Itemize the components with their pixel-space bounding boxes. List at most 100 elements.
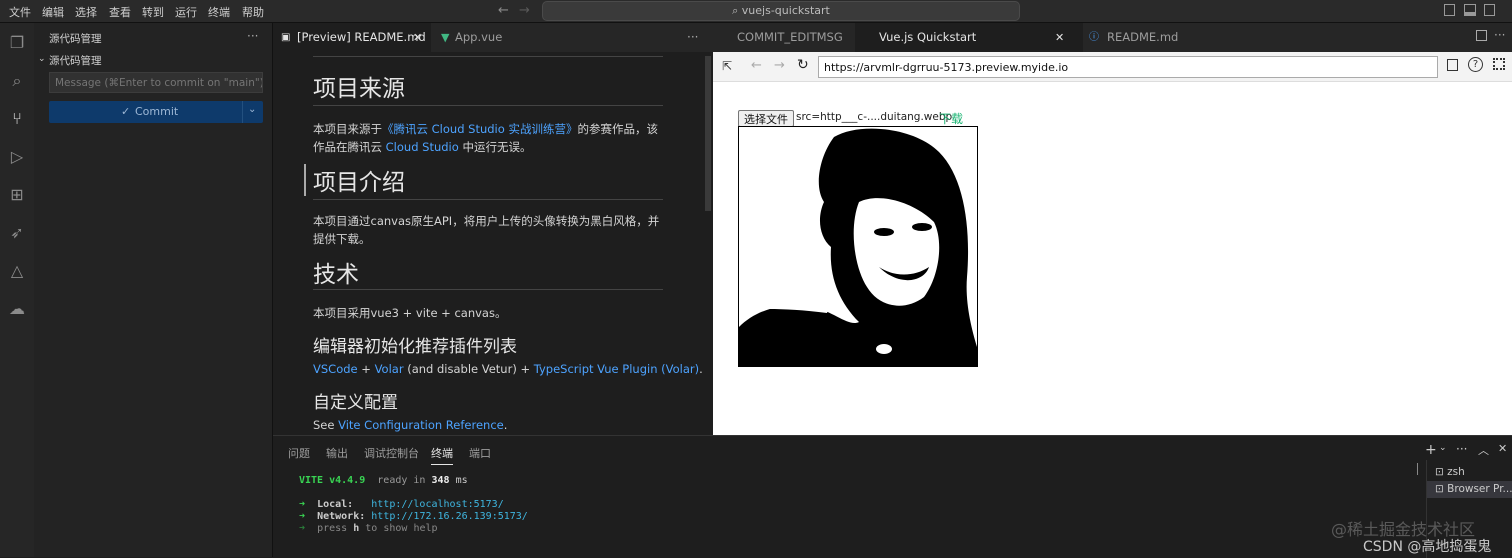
maximize-panel-icon[interactable]: ︿ xyxy=(1478,442,1489,458)
terminal-item-zsh[interactable]: ⊡ zsh xyxy=(1427,464,1512,480)
text: + xyxy=(357,362,375,376)
link-typescript-plugin[interactable]: TypeScript Vue Plugin (Volar) xyxy=(534,362,699,376)
tab-debug-console[interactable]: 调试控制台 xyxy=(364,445,419,461)
link-cloud-studio[interactable]: Cloud Studio xyxy=(386,140,459,154)
extensions-icon[interactable]: ⊞ xyxy=(6,184,28,206)
watermark-csdn: CSDN @高地捣蛋鬼 xyxy=(1363,539,1492,555)
link-training-camp[interactable]: 《腾讯云 Cloud Studio 实战训练营》 xyxy=(382,122,577,136)
menu-go[interactable]: 转到 xyxy=(142,4,164,20)
toggle-panel-icon[interactable] xyxy=(1464,4,1476,16)
text: See xyxy=(313,418,339,432)
split-editor-icon[interactable] xyxy=(1476,30,1487,41)
tab-terminal[interactable]: 终端 xyxy=(431,445,453,465)
editor-tab-bar: ▣ [Preview] README.md ✕ ▼ App.vue ··· xyxy=(273,23,713,52)
tab-ports[interactable]: 端口 xyxy=(469,445,491,461)
chevron-down-icon[interactable]: ⌄ xyxy=(38,54,46,64)
terminal-icon: ⊡ xyxy=(1435,466,1444,478)
heading-tech: 技术 xyxy=(313,262,359,288)
menu-view[interactable]: 查看 xyxy=(109,4,131,20)
link-vscode[interactable]: VSCode xyxy=(313,362,358,376)
commit-message-input[interactable] xyxy=(49,72,263,93)
section-title[interactable]: 源代码管理 xyxy=(49,53,102,68)
search-icon[interactable]: ⌕ xyxy=(6,70,28,92)
sash[interactable] xyxy=(1417,463,1418,475)
link-vite-config[interactable]: Vite Configuration Reference xyxy=(338,418,504,432)
terminal-item-browser[interactable]: ⊡ Browser Pr... xyxy=(1427,481,1512,498)
tab-output[interactable]: 输出 xyxy=(326,445,348,461)
commit-label: Commit xyxy=(135,105,179,118)
link-volar[interactable]: Volar xyxy=(375,362,404,376)
menu-terminal[interactable]: 终端 xyxy=(208,4,230,20)
chevron-down-icon[interactable]: ⌄ xyxy=(1439,443,1447,453)
forward-arrow-icon[interactable]: → xyxy=(774,58,785,73)
source-control-sidebar: 源代码管理 ··· ⌄ 源代码管理 ✓ Commit ⌄ xyxy=(34,23,273,557)
menu-selection[interactable]: 选择 xyxy=(75,4,97,20)
url-input[interactable] xyxy=(818,56,1438,78)
devtools-icon[interactable] xyxy=(1447,59,1458,71)
back-arrow-icon[interactable]: ← xyxy=(498,3,509,18)
portrait-image xyxy=(739,128,977,366)
rocket-icon[interactable]: ➶ xyxy=(6,222,28,244)
more-actions-icon[interactable]: ··· xyxy=(687,30,698,44)
more-actions-icon[interactable]: ··· xyxy=(1494,28,1505,42)
tab-vue-demo[interactable]: Vue.js Quickstart Demo(node:5173) ✕ xyxy=(855,23,1083,73)
download-link[interactable]: 下载 xyxy=(939,110,963,127)
tab-readme[interactable]: ⓘ README.md xyxy=(1083,23,1183,52)
terminal-output[interactable]: VITE v4.4.9 ready in 348 ms ➜ Local: htt… xyxy=(299,475,528,535)
menu-edit[interactable]: 编辑 xyxy=(42,4,64,20)
heading-plugins: 编辑器初始化推荐插件列表 xyxy=(313,337,517,357)
open-external-icon[interactable]: ⇱ xyxy=(722,59,732,73)
scrollbar[interactable] xyxy=(705,56,711,211)
triangle-icon[interactable]: △ xyxy=(6,260,28,282)
new-terminal-icon[interactable]: + xyxy=(1425,442,1437,458)
local-url[interactable]: http://localhost:5173/ xyxy=(371,499,503,510)
preview-tab-bar: COMMIT_EDITMSG Vue.js Quickstart Demo(no… xyxy=(713,23,1512,73)
network-url[interactable]: http://172.16.26.139:5173/ xyxy=(371,511,528,522)
toggle-sidebar-icon[interactable] xyxy=(1444,4,1455,16)
heading-intro: 项目介绍 xyxy=(313,170,405,196)
commit-button[interactable]: ✓ Commit ⌄ xyxy=(49,101,263,123)
source-control-icon[interactable]: ⑂ xyxy=(6,108,28,130)
heading-source: 项目来源 xyxy=(313,76,405,102)
tab-problems[interactable]: 问题 xyxy=(288,445,310,461)
commit-dropdown-icon[interactable]: ⌄ xyxy=(248,104,256,115)
toggle-secondary-sidebar-icon[interactable] xyxy=(1484,4,1495,16)
close-panel-icon[interactable]: ✕ xyxy=(1498,442,1507,455)
forward-arrow-icon[interactable]: → xyxy=(519,3,530,18)
tab-app-vue[interactable]: ▼ App.vue xyxy=(431,23,521,52)
terminal-icon: ⊡ xyxy=(1435,483,1444,495)
tab-readme-preview[interactable]: ▣ [Preview] README.md ✕ xyxy=(273,23,431,52)
text: h xyxy=(353,523,360,534)
command-center[interactable]: ⌕ vuejs-quickstart xyxy=(542,1,1020,21)
title-bar: 文件 编辑 选择 查看 转到 运行 终端 帮助 ← → ⌕ vuejs-quic… xyxy=(0,0,1512,23)
terminal-line: ➜ press h to show help xyxy=(299,523,438,534)
address-bar-row: ⇱ ← → ↻ ? xyxy=(713,52,1512,82)
more-actions-icon[interactable]: ··· xyxy=(1456,442,1467,456)
tab-label: [Preview] README.md xyxy=(297,30,426,44)
cloud-icon[interactable]: ☁ xyxy=(6,298,28,320)
vue-icon: ▼ xyxy=(441,31,450,44)
bottom-panel: 问题 输出 调试控制台 终端 端口 + ⌄ ··· ︿ ✕ VITE v4.4.… xyxy=(273,435,1512,558)
vite-version: VITE v4.4.9 xyxy=(299,475,366,486)
more-actions-icon[interactable]: ··· xyxy=(247,29,258,43)
explorer-icon[interactable]: ❐ xyxy=(6,32,28,54)
file-name-label: src=http___c-....duitang.webp xyxy=(796,111,953,123)
help-icon[interactable]: ? xyxy=(1468,57,1483,72)
text: . xyxy=(503,418,508,432)
close-icon[interactable]: ✕ xyxy=(413,23,422,52)
menu-file[interactable]: 文件 xyxy=(9,4,31,20)
paragraph-intro: 本项目通过canvas原生API，将用户上传的头像转换为黑白风格，并提供下载。 xyxy=(313,214,660,246)
text: to show help xyxy=(365,523,438,534)
terminal-line: VITE v4.4.9 ready in 348 ms xyxy=(299,475,528,487)
reload-icon[interactable]: ↻ xyxy=(797,57,809,73)
paragraph-tech: 本项目采用vue3 + vite + canvas。 xyxy=(313,306,507,320)
back-arrow-icon[interactable]: ← xyxy=(751,58,762,73)
tab-commit-editmsg[interactable]: COMMIT_EDITMSG xyxy=(713,23,853,52)
menu-help[interactable]: 帮助 xyxy=(242,4,264,20)
menu-run[interactable]: 运行 xyxy=(175,4,197,20)
run-debug-icon[interactable]: ▷ xyxy=(6,146,28,168)
choose-file-button[interactable]: 选择文件 xyxy=(738,110,794,127)
close-icon[interactable]: ✕ xyxy=(1055,23,1064,52)
qr-code-icon[interactable] xyxy=(1493,58,1505,70)
tab-label: COMMIT_EDITMSG xyxy=(737,30,843,44)
